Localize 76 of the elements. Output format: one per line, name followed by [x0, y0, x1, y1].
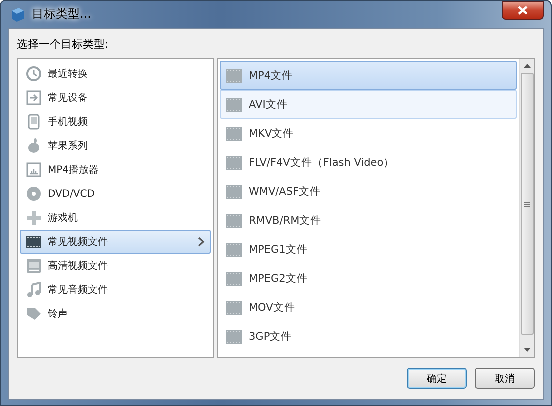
prompt-label: 选择一个目标类型:	[17, 37, 110, 52]
dialog-button[interactable]: 取消	[475, 368, 535, 389]
film-icon	[226, 330, 242, 344]
category-item[interactable]: 常见视频文件	[20, 230, 211, 254]
format-item[interactable]: MPEG2文件	[220, 264, 517, 293]
dialog-button[interactable]: 确定	[407, 368, 467, 389]
film-icon	[226, 68, 242, 82]
app-icon	[10, 6, 26, 22]
category-item[interactable]: 常见音频文件	[20, 278, 211, 302]
format-item[interactable]: MP4文件	[220, 61, 517, 90]
format-label: AVI文件	[249, 98, 288, 112]
category-item[interactable]: 铃声	[20, 302, 211, 326]
film-icon	[226, 242, 242, 256]
category-item[interactable]: 最近转换	[20, 62, 211, 86]
format-label: MOV文件	[249, 300, 296, 314]
scroll-up-icon[interactable]	[524, 64, 530, 68]
format-label: RMVB/RM文件	[249, 214, 322, 228]
phone-icon	[26, 114, 42, 130]
category-item[interactable]: MP4播放器	[20, 158, 211, 182]
category-label: 游戏机	[48, 212, 78, 225]
category-label: MP4播放器	[48, 164, 100, 177]
category-item[interactable]: 苹果系列	[20, 134, 211, 158]
format-label: MPEG2文件	[249, 272, 308, 286]
category-label: 常见设备	[48, 92, 88, 105]
category-item[interactable]: 游戏机	[20, 206, 211, 230]
gamepad-icon	[26, 210, 42, 226]
chevron-right-icon	[198, 237, 205, 247]
category-item[interactable]: 常见设备	[20, 86, 211, 110]
film-icon	[226, 272, 242, 286]
close-icon	[518, 6, 528, 15]
category-item[interactable]: 高清视频文件	[20, 254, 211, 278]
film-icon	[226, 156, 242, 170]
category-label: 最近转换	[48, 68, 88, 81]
film-icon	[226, 98, 242, 112]
format-item[interactable]: MOV文件	[220, 293, 517, 322]
disc-icon	[26, 186, 42, 202]
window-title: 目标类型...	[32, 6, 92, 23]
format-item[interactable]: 3GP文件	[220, 322, 517, 351]
category-item[interactable]: 手机视频	[20, 110, 211, 134]
film-icon	[26, 234, 42, 250]
close-button[interactable]	[502, 1, 544, 20]
format-item[interactable]: WMV/ASF文件	[220, 177, 517, 206]
clock-icon	[26, 66, 42, 82]
format-label: MKV文件	[249, 126, 294, 140]
category-label: 高清视频文件	[48, 260, 108, 273]
film-icon	[226, 126, 242, 140]
device-icon	[26, 90, 42, 106]
scroll-down-icon[interactable]	[524, 348, 530, 352]
fruit-icon	[26, 138, 42, 154]
scrollbar[interactable]	[519, 59, 534, 357]
format-label: 3GP文件	[249, 330, 292, 344]
film-icon	[226, 184, 242, 198]
format-label: MP4文件	[249, 68, 294, 82]
music-icon	[26, 282, 42, 298]
player-icon	[26, 162, 42, 178]
category-label: 常见音频文件	[48, 284, 108, 297]
format-item[interactable]: FLV/F4V文件（Flash Video）	[220, 148, 517, 177]
tag-icon	[26, 306, 42, 322]
category-label: DVD/VCD	[48, 188, 95, 200]
scroll-thumb[interactable]	[520, 73, 534, 335]
category-label: 常见视频文件	[48, 236, 108, 249]
format-label: MPEG1文件	[249, 242, 308, 256]
category-label: 铃声	[48, 308, 68, 321]
format-label: FLV/F4V文件（Flash Video）	[249, 156, 395, 170]
category-label: 手机视频	[48, 116, 88, 129]
category-item[interactable]: DVD/VCD	[20, 182, 211, 206]
format-item[interactable]: MPEG1文件	[220, 235, 517, 264]
format-item[interactable]: MKV文件	[220, 119, 517, 148]
format-item[interactable]: RMVB/RM文件	[220, 206, 517, 235]
grip-icon	[524, 202, 530, 206]
film-icon	[226, 300, 242, 314]
format-label: WMV/ASF文件	[249, 184, 322, 198]
hd-icon	[26, 258, 42, 274]
format-item[interactable]: AVI文件	[220, 90, 517, 119]
film-icon	[226, 214, 242, 228]
category-label: 苹果系列	[48, 140, 88, 153]
